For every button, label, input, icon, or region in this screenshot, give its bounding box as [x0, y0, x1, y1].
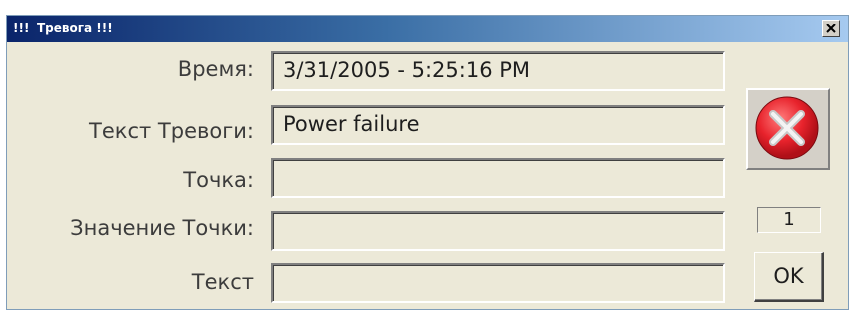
- ok-button[interactable]: OK: [754, 252, 824, 302]
- time-field: 3/31/2005 - 5:25:16 PM: [271, 51, 725, 91]
- close-icon: [826, 24, 836, 33]
- alarm-icon-box: [746, 88, 830, 170]
- alarm-text-field: Power failure: [271, 105, 725, 145]
- point-label: Точка:: [183, 168, 254, 192]
- window-title: Тревога !!!: [37, 21, 113, 35]
- close-button[interactable]: [822, 20, 840, 37]
- text-field: [271, 263, 725, 303]
- error-x-icon: [755, 96, 819, 160]
- time-label: Время:: [177, 57, 254, 81]
- point-value-label: Значение Точки:: [70, 216, 254, 240]
- alarm-counter: 1: [757, 207, 821, 233]
- alarm-text-label: Текст Тревоги:: [89, 119, 254, 143]
- point-value-field: [271, 211, 725, 251]
- text-label: Текст: [191, 270, 254, 294]
- alarm-dialog: !!! Тревога !!! Время: 3/31/2005 - 5:25:…: [6, 15, 849, 310]
- point-field: [271, 158, 725, 198]
- title-icon: !!!: [13, 21, 30, 35]
- title-bar[interactable]: !!! Тревога !!!: [7, 16, 848, 42]
